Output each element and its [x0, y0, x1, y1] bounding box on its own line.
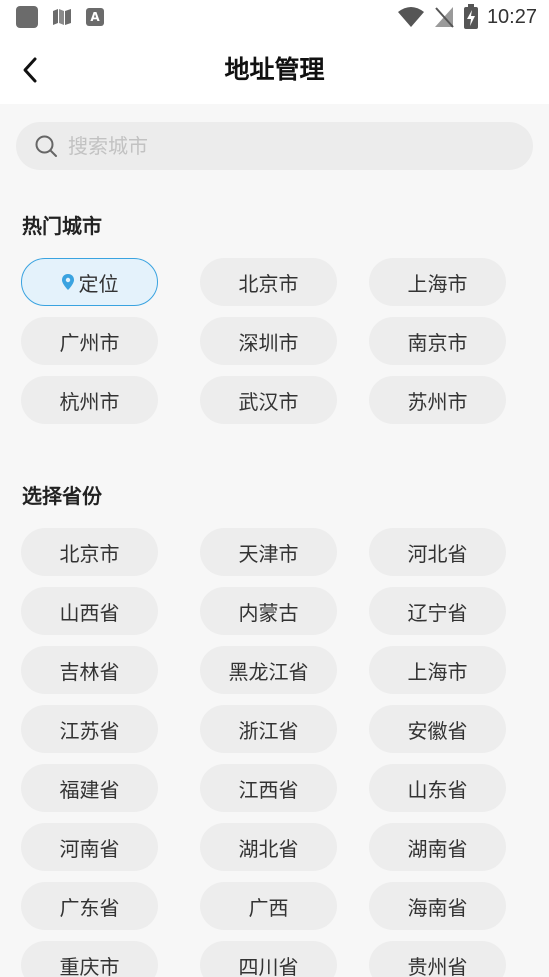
battery-charging-icon — [463, 4, 478, 29]
wifi-icon — [397, 7, 424, 27]
province-chip[interactable]: 四川省 — [200, 941, 337, 977]
status-notifications: A — [16, 6, 104, 28]
province-chip[interactable]: 天津市 — [200, 528, 337, 576]
hot-city-chip[interactable]: 南京市 — [369, 317, 506, 365]
province-chip[interactable]: 浙江省 — [200, 705, 337, 753]
status-indicators: 10:27 — [397, 4, 537, 30]
app-notification-icon — [16, 6, 38, 28]
hot-city-chip[interactable]: 武汉市 — [200, 376, 337, 424]
province-chip[interactable]: 辽宁省 — [369, 587, 506, 635]
province-chip[interactable]: 湖南省 — [369, 823, 506, 871]
hot-city-chip[interactable]: 北京市 — [200, 258, 337, 306]
map-notification-icon — [53, 9, 71, 25]
page-title: 地址管理 — [224, 55, 325, 84]
hot-city-chip[interactable]: 广州市 — [21, 317, 158, 365]
locate-button[interactable]: 定位 — [21, 258, 158, 306]
hot-cities-title: 热门城市 — [22, 214, 102, 238]
province-chip[interactable]: 上海市 — [369, 646, 506, 694]
province-chip[interactable]: 海南省 — [369, 882, 506, 930]
province-chip[interactable]: 湖北省 — [200, 823, 337, 871]
font-notification-icon: A — [86, 8, 104, 26]
province-chip[interactable]: 江西省 — [200, 764, 337, 812]
status-bar: A 10:27 — [0, 0, 549, 36]
search-icon — [35, 135, 57, 157]
no-signal-icon — [434, 7, 454, 28]
locate-label: 定位 — [78, 271, 119, 296]
province-chip[interactable]: 江苏省 — [21, 705, 158, 753]
province-chip[interactable]: 安徽省 — [369, 705, 506, 753]
province-chip[interactable]: 河南省 — [21, 823, 158, 871]
province-chip[interactable]: 广东省 — [21, 882, 158, 930]
hot-city-chip[interactable]: 苏州市 — [369, 376, 506, 424]
province-chip[interactable]: 山西省 — [21, 587, 158, 635]
nav-bar: 地址管理 — [0, 36, 549, 104]
location-pin-icon — [61, 274, 74, 290]
province-chip[interactable]: 吉林省 — [21, 646, 158, 694]
provinces-title: 选择省份 — [22, 484, 102, 508]
province-chip[interactable]: 贵州省 — [369, 941, 506, 977]
province-chip[interactable]: 福建省 — [21, 764, 158, 812]
province-chip[interactable]: 河北省 — [369, 528, 506, 576]
province-chip[interactable]: 黑龙江省 — [200, 646, 337, 694]
province-chip[interactable]: 北京市 — [21, 528, 158, 576]
hot-city-chip[interactable]: 杭州市 — [21, 376, 158, 424]
province-chip[interactable]: 广西 — [200, 882, 337, 930]
status-time: 10:27 — [486, 5, 537, 28]
province-chip[interactable]: 重庆市 — [21, 941, 158, 977]
search-bar[interactable] — [16, 122, 533, 170]
search-input[interactable] — [68, 134, 488, 158]
font-notification-letter: A — [90, 10, 100, 24]
hot-city-chip[interactable]: 上海市 — [369, 258, 506, 306]
province-chip[interactable]: 内蒙古 — [200, 587, 337, 635]
hot-city-chip[interactable]: 深圳市 — [200, 317, 337, 365]
province-chip[interactable]: 山东省 — [369, 764, 506, 812]
